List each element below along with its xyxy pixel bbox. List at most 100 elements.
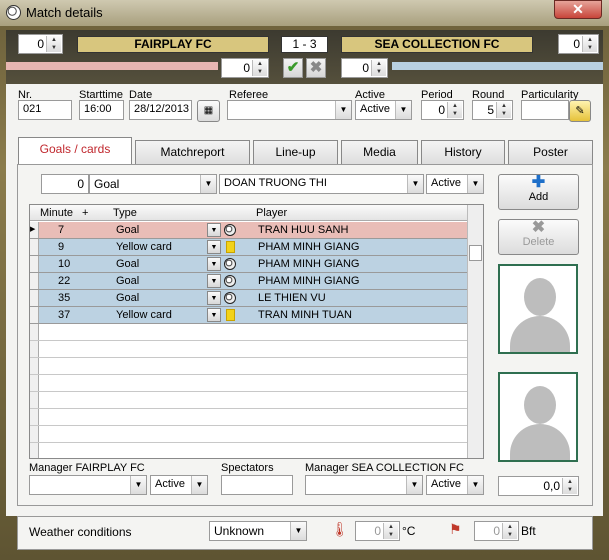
col-type[interactable]: Type [113, 207, 137, 219]
row-indicator[interactable] [30, 426, 39, 442]
spin-arrows-icon[interactable]: ▲ ▼ [562, 478, 577, 494]
active-dropdown[interactable]: Active ▼ [355, 100, 412, 120]
pencil-icon[interactable]: ✎ [569, 100, 591, 122]
chevron-down-icon[interactable]: ▼ [191, 476, 207, 494]
home-manager-dropdown[interactable]: ▼ [29, 475, 147, 495]
spin-arrows-icon[interactable]: ▲ ▼ [383, 523, 398, 539]
table-row[interactable]: 22 Goal ▼ PHAM MINH GIANG [30, 273, 467, 290]
spin-arrows-icon[interactable]: ▲ ▼ [371, 60, 386, 76]
nr-field[interactable]: 021 [18, 100, 72, 120]
chevron-down-icon[interactable]: ▼ [335, 101, 351, 119]
chevron-down-icon[interactable]: ▼ [207, 257, 221, 271]
col-plus[interactable]: + [82, 207, 88, 219]
date-field[interactable]: 28/12/2013 [129, 100, 192, 120]
empty-row[interactable] [30, 392, 467, 409]
grid-scrollbar[interactable] [467, 205, 483, 458]
spin-arrows-icon[interactable]: ▲ ▼ [447, 102, 462, 118]
particularity-field[interactable] [521, 100, 569, 120]
tab-goals-cards[interactable]: Goals / cards [18, 137, 132, 165]
row-indicator[interactable]: ▶ [30, 222, 39, 238]
chevron-down-icon[interactable]: ▼ [207, 308, 221, 322]
confirm-check-icon[interactable]: ✔ [283, 58, 303, 78]
chevron-down-icon[interactable]: ▼ [467, 175, 483, 193]
row-indicator[interactable] [30, 392, 39, 408]
chevron-down-icon[interactable]: ▼ [130, 476, 146, 494]
row-indicator[interactable] [30, 409, 39, 425]
cancel-x-icon[interactable]: ✖ [306, 58, 326, 78]
referee-dropdown[interactable]: ▼ [227, 100, 352, 120]
table-row[interactable]: 37 Yellow card ▼ TRAN MINH TUAN [30, 307, 467, 324]
tab-line-up[interactable]: Line-up [253, 140, 338, 164]
table-row[interactable]: 10 Goal ▼ PHAM MINH GIANG [30, 256, 467, 273]
row-indicator[interactable] [30, 341, 39, 357]
away-manager-dropdown[interactable]: ▼ [305, 475, 423, 495]
tab-poster[interactable]: Poster [508, 140, 593, 164]
col-player[interactable]: Player [256, 207, 287, 219]
row-indicator[interactable] [30, 358, 39, 374]
add-button[interactable]: ✚ Add [498, 174, 579, 210]
row-indicator[interactable] [30, 290, 39, 306]
col-minute[interactable]: Minute [40, 207, 73, 219]
empty-row[interactable] [30, 358, 467, 375]
chevron-down-icon[interactable]: ▼ [207, 274, 221, 288]
row-indicator[interactable] [30, 239, 39, 255]
empty-row[interactable] [30, 409, 467, 426]
chevron-down-icon[interactable]: ▼ [290, 522, 306, 540]
player-dropdown[interactable]: DOAN TRUONG THI ▼ [219, 174, 424, 194]
weather-dropdown[interactable]: Unknown ▼ [209, 521, 307, 541]
spin-arrows-icon[interactable]: ▲ ▼ [46, 36, 61, 52]
row-indicator[interactable] [30, 375, 39, 391]
chevron-down-icon[interactable]: ▼ [207, 291, 221, 305]
home-sub-spin[interactable]: 0 ▲ ▼ [221, 58, 269, 78]
away-spin[interactable]: 0 ▲ ▼ [558, 34, 599, 54]
empty-row[interactable] [30, 426, 467, 443]
spectators-field[interactable] [221, 475, 293, 495]
starttime-field[interactable]: 16:00 [79, 100, 124, 120]
row-indicator[interactable] [30, 307, 39, 323]
chevron-down-icon[interactable]: ▼ [207, 240, 221, 254]
table-row[interactable]: 35 Goal ▼ LE THIEN VU [30, 290, 467, 307]
away-sub-spin[interactable]: 0 ▲ ▼ [341, 58, 388, 78]
tab-history[interactable]: History [421, 140, 505, 164]
rating-spin[interactable]: 0,0 ▲ ▼ [498, 476, 579, 496]
tab-matchreport[interactable]: Matchreport [135, 140, 250, 164]
close-button[interactable]: ✕ [554, 0, 602, 19]
delete-button[interactable]: ✖ Delete [498, 219, 579, 255]
chevron-down-icon[interactable]: ▼ [407, 175, 423, 193]
empty-row[interactable] [30, 324, 467, 341]
chevron-down-icon[interactable]: ▼ [406, 476, 422, 494]
row-indicator[interactable] [30, 324, 39, 340]
events-grid: Minute + Type Player ▶ 7 Goal ▼ TRAN HUU SAN… [29, 204, 484, 459]
row-indicator[interactable] [30, 273, 39, 289]
round-spin[interactable]: 5 ▲ ▼ [472, 100, 513, 120]
empty-row[interactable] [30, 443, 467, 458]
spin-arrows-icon[interactable]: ▲ ▼ [502, 523, 517, 539]
wind-spin[interactable]: 0 ▲ ▼ [474, 521, 519, 541]
chevron-down-icon[interactable]: ▼ [200, 175, 216, 193]
home-manager-status[interactable]: Active ▼ [150, 475, 208, 495]
chevron-down-icon[interactable]: ▼ [207, 223, 221, 237]
away-manager-status[interactable]: Active ▼ [426, 475, 484, 495]
home-player-photo[interactable] [498, 264, 578, 354]
home-spin[interactable]: 0 ▲ ▼ [18, 34, 63, 54]
minute-input[interactable]: 0 [41, 174, 89, 194]
chevron-down-icon[interactable]: ▼ [395, 101, 411, 119]
type-dropdown[interactable]: Goal ▼ [89, 174, 217, 194]
tab-media[interactable]: Media [341, 140, 418, 164]
temperature-spin[interactable]: 0 ▲ ▼ [355, 521, 400, 541]
table-row[interactable]: 9 Yellow card ▼ PHAM MINH GIANG [30, 239, 467, 256]
table-row[interactable]: ▶ 7 Goal ▼ TRAN HUU SANH [30, 222, 467, 239]
chevron-down-icon[interactable]: ▼ [467, 476, 483, 494]
row-indicator[interactable] [30, 256, 39, 272]
status-dropdown[interactable]: Active ▼ [426, 174, 484, 194]
spin-arrows-icon[interactable]: ▲ ▼ [582, 36, 597, 52]
away-player-photo[interactable] [498, 372, 578, 462]
empty-row[interactable] [30, 341, 467, 358]
scroll-thumb[interactable] [469, 245, 482, 261]
empty-row[interactable] [30, 375, 467, 392]
period-spin[interactable]: 0 ▲ ▼ [421, 100, 464, 120]
spin-arrows-icon[interactable]: ▲ ▼ [496, 102, 511, 118]
row-indicator[interactable] [30, 443, 39, 458]
calendar-icon[interactable]: ▦ [197, 100, 220, 122]
spin-arrows-icon[interactable]: ▲ ▼ [252, 60, 267, 76]
